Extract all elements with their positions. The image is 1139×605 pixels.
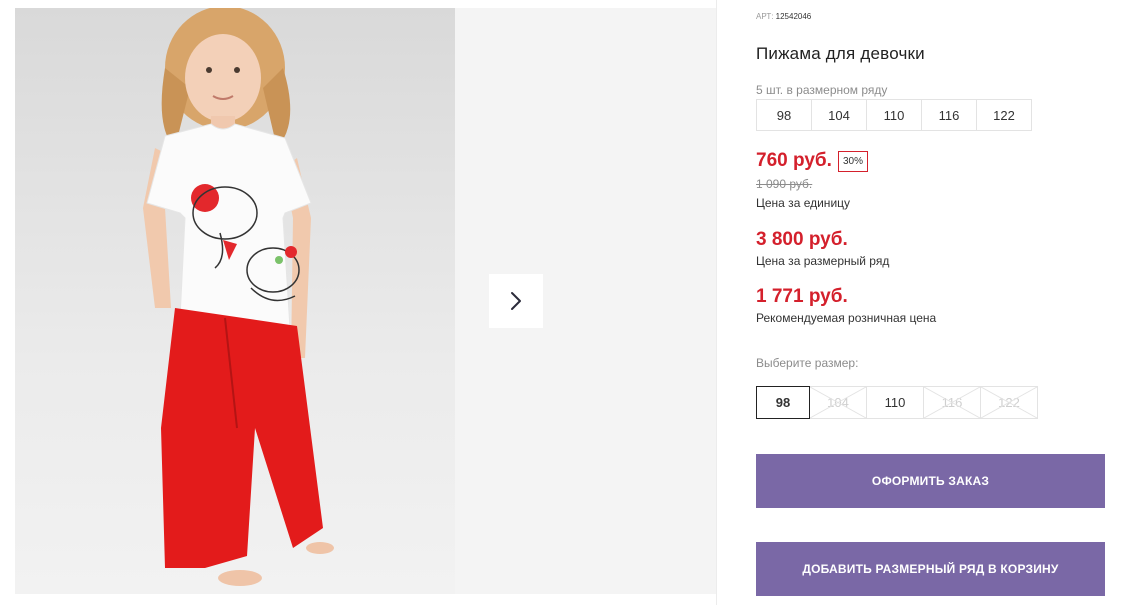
retail-price-label: Рекомендуемая розничная цена [756, 311, 937, 325]
pack-size: 110 [866, 99, 922, 131]
unavailable-cross-icon [810, 387, 866, 418]
unit-price-label: Цена за единицу [756, 196, 851, 210]
place-order-button[interactable]: ОФОРМИТЬ ЗАКАЗ [756, 454, 1105, 508]
pack-size: 104 [811, 99, 867, 131]
product-photo[interactable] [15, 8, 455, 594]
gallery-next-button[interactable] [489, 274, 543, 328]
unavailable-cross-icon [981, 387, 1037, 418]
unit-price: 760 руб. [756, 150, 832, 171]
discount-badge: 30% [838, 151, 869, 172]
size-option-98[interactable]: 98 [756, 386, 810, 419]
product-title: Пижама для девочки [756, 44, 925, 63]
size-option-label: 98 [775, 395, 791, 410]
chevron-right-icon [511, 292, 521, 310]
product-gallery [0, 0, 716, 605]
add-size-range-to-cart-button[interactable]: ДОБАВИТЬ РАЗМЕРНЫЙ РЯД В КОРЗИНУ [756, 542, 1105, 596]
size-picker-label: Выберите размер: [756, 356, 859, 370]
pack-size: 116 [921, 99, 977, 131]
size-option-116: 116 [923, 386, 981, 419]
pack-size-list: 98 104 110 116 122 [756, 99, 1032, 131]
panel-divider [716, 0, 717, 605]
range-price-label: Цена за размерный ряд [756, 254, 890, 268]
retail-price: 1 771 руб. [756, 286, 848, 307]
size-option-label: 110 [884, 395, 906, 410]
size-option-122: 122 [980, 386, 1038, 419]
size-picker: 98 104 110 116 122 [756, 386, 1038, 419]
pack-size: 98 [756, 99, 812, 131]
size-option-110[interactable]: 110 [866, 386, 924, 419]
article-value: 12542046 [775, 12, 812, 21]
pack-note: 5 шт. в размерном ряду [756, 83, 888, 97]
article-number: АРТ: 12542046 [756, 12, 811, 21]
range-price: 3 800 руб. [756, 229, 848, 250]
old-price: 1 090 руб. [756, 177, 813, 191]
girl-pajama-illustration [143, 8, 334, 586]
unavailable-cross-icon [924, 387, 980, 418]
pack-size: 122 [976, 99, 1032, 131]
size-option-104: 104 [809, 386, 867, 419]
article-label: АРТ: [756, 12, 774, 21]
